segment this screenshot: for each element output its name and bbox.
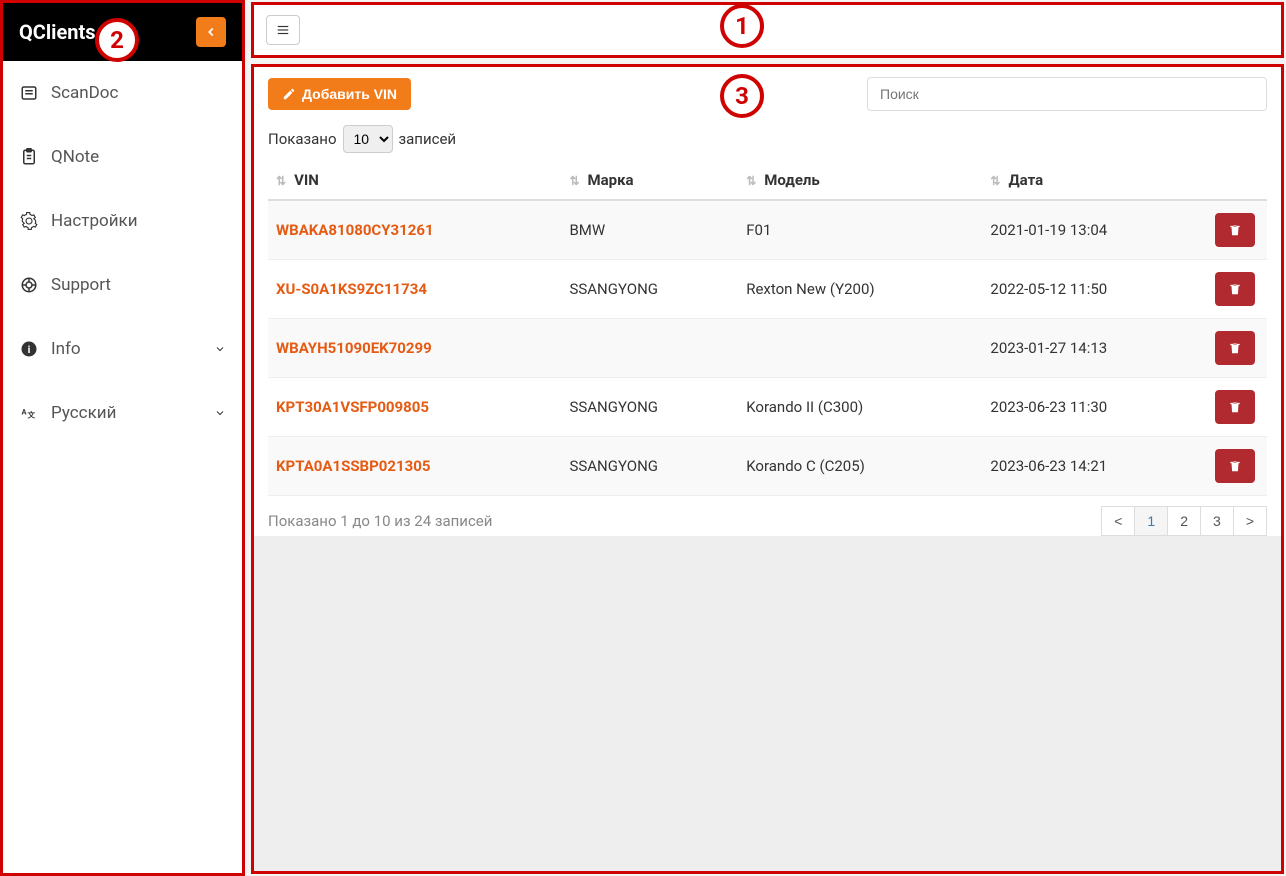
delete-button[interactable] — [1215, 390, 1255, 424]
table-row: KPTA0A1SSBP021305 SSANGYONG Korando C (C… — [268, 437, 1267, 496]
cell-model: F01 — [738, 200, 982, 260]
page-next-button[interactable]: > — [1234, 506, 1267, 536]
annotation-1: 1 — [720, 4, 764, 48]
length-select[interactable]: 10 — [343, 125, 393, 153]
gear-icon — [19, 211, 39, 231]
sidebar-item-scandoc[interactable]: ScanDoc — [3, 61, 242, 125]
sidebar: QClients ScanDoc QNote — [0, 0, 245, 876]
hamburger-icon — [275, 23, 291, 37]
sort-icon: ⇅ — [569, 174, 579, 188]
sidebar-item-label: Настройки — [51, 211, 138, 231]
col-vin[interactable]: ⇅VIN — [268, 161, 561, 200]
support-icon — [19, 275, 39, 295]
cell-date: 2023-06-23 14:21 — [982, 437, 1207, 496]
sort-icon: ⇅ — [276, 174, 286, 188]
cell-model: Rexton New (Y200) — [738, 260, 982, 319]
sidebar-item-language[interactable]: A文 Русский — [3, 381, 242, 445]
cell-date: 2021-01-19 13:04 — [982, 200, 1207, 260]
sidebar-nav: ScanDoc QNote Настройки Support — [3, 61, 242, 445]
page-prev-button[interactable]: < — [1101, 506, 1135, 536]
add-vin-label: Добавить VIN — [302, 86, 397, 102]
trash-icon — [1228, 282, 1242, 296]
table-row: XU-S0A1KS9ZC11734 SSANGYONG Rexton New (… — [268, 260, 1267, 319]
col-date[interactable]: ⇅Дата — [982, 161, 1207, 200]
content-area: Добавить VIN Показано 10 записей ⇅VIN — [251, 64, 1284, 874]
search-input[interactable] — [867, 77, 1267, 111]
annotation-2: 2 — [95, 18, 139, 62]
cell-brand: SSANGYONG — [561, 260, 738, 319]
vin-link[interactable]: WBAYH51090EK70299 — [276, 339, 432, 357]
cell-brand: BMW — [561, 200, 738, 260]
trash-icon — [1228, 223, 1242, 237]
info-icon: i — [19, 339, 39, 359]
svg-text:A: A — [22, 408, 28, 417]
scandoc-icon — [19, 83, 39, 103]
svg-text:i: i — [28, 343, 31, 356]
cell-date: 2023-06-23 11:30 — [982, 378, 1207, 437]
delete-button[interactable] — [1215, 213, 1255, 247]
pencil-icon — [282, 87, 296, 101]
vin-table: ⇅VIN ⇅Марка ⇅Модель ⇅Дата WBAKA81080CY31… — [268, 161, 1267, 496]
app-title: QClients — [19, 20, 96, 44]
table-row: WBAKA81080CY31261 BMW F01 2021-01-19 13:… — [268, 200, 1267, 260]
annotation-3: 3 — [720, 74, 764, 118]
sidebar-item-label: ScanDoc — [51, 83, 118, 103]
vin-link[interactable]: XU-S0A1KS9ZC11734 — [276, 280, 427, 298]
pagination: < 1 2 3 > — [1101, 506, 1267, 536]
length-prefix: Показано — [268, 130, 337, 148]
clipboard-icon — [19, 147, 39, 167]
vin-link[interactable]: WBAKA81080CY31261 — [276, 221, 434, 239]
sidebar-item-settings[interactable]: Настройки — [3, 189, 242, 253]
menu-toggle-button[interactable] — [266, 15, 300, 45]
cell-brand: SSANGYONG — [561, 437, 738, 496]
trash-icon — [1228, 400, 1242, 414]
table-info: Показано 1 до 10 из 24 записей — [268, 512, 492, 530]
page-2-button[interactable]: 2 — [1168, 506, 1201, 536]
sidebar-item-support[interactable]: Support — [3, 253, 242, 317]
length-control: Показано 10 записей — [268, 125, 1267, 153]
cell-date: 2022-05-12 11:50 — [982, 260, 1207, 319]
arrow-left-icon — [204, 25, 218, 39]
vin-link[interactable]: KPTA0A1SSBP021305 — [276, 457, 430, 475]
page-1-button[interactable]: 1 — [1135, 506, 1168, 536]
page-3-button[interactable]: 3 — [1201, 506, 1234, 536]
cell-date: 2023-01-27 14:13 — [982, 319, 1207, 378]
delete-button[interactable] — [1215, 272, 1255, 306]
language-icon: A文 — [19, 403, 39, 423]
col-model[interactable]: ⇅Модель — [738, 161, 982, 200]
sidebar-item-info[interactable]: i Info — [3, 317, 242, 381]
delete-button[interactable] — [1215, 331, 1255, 365]
sort-icon: ⇅ — [746, 174, 756, 188]
delete-button[interactable] — [1215, 449, 1255, 483]
add-vin-button[interactable]: Добавить VIN — [268, 78, 411, 110]
cell-brand: SSANGYONG — [561, 378, 738, 437]
trash-icon — [1228, 459, 1242, 473]
sidebar-item-label: Русский — [51, 403, 116, 423]
cell-model: Korando C (C205) — [738, 437, 982, 496]
table-row: KPT30A1VSFP009805 SSANGYONG Korando II (… — [268, 378, 1267, 437]
sidebar-item-label: Support — [51, 275, 111, 295]
chevron-down-icon — [214, 407, 226, 419]
col-brand[interactable]: ⇅Марка — [561, 161, 738, 200]
topbar — [251, 2, 1284, 58]
svg-text:文: 文 — [28, 410, 36, 420]
length-suffix: записей — [399, 130, 457, 148]
sidebar-item-label: Info — [51, 339, 81, 359]
vin-link[interactable]: KPT30A1VSFP009805 — [276, 398, 429, 416]
chevron-down-icon — [214, 343, 226, 355]
sort-icon: ⇅ — [990, 174, 1000, 188]
cell-model — [738, 319, 982, 378]
collapse-sidebar-button[interactable] — [196, 17, 226, 47]
sidebar-item-label: QNote — [51, 147, 99, 167]
cell-model: Korando II (C300) — [738, 378, 982, 437]
sidebar-item-qnote[interactable]: QNote — [3, 125, 242, 189]
table-row: WBAYH51090EK70299 2023-01-27 14:13 — [268, 319, 1267, 378]
cell-brand — [561, 319, 738, 378]
trash-icon — [1228, 341, 1242, 355]
